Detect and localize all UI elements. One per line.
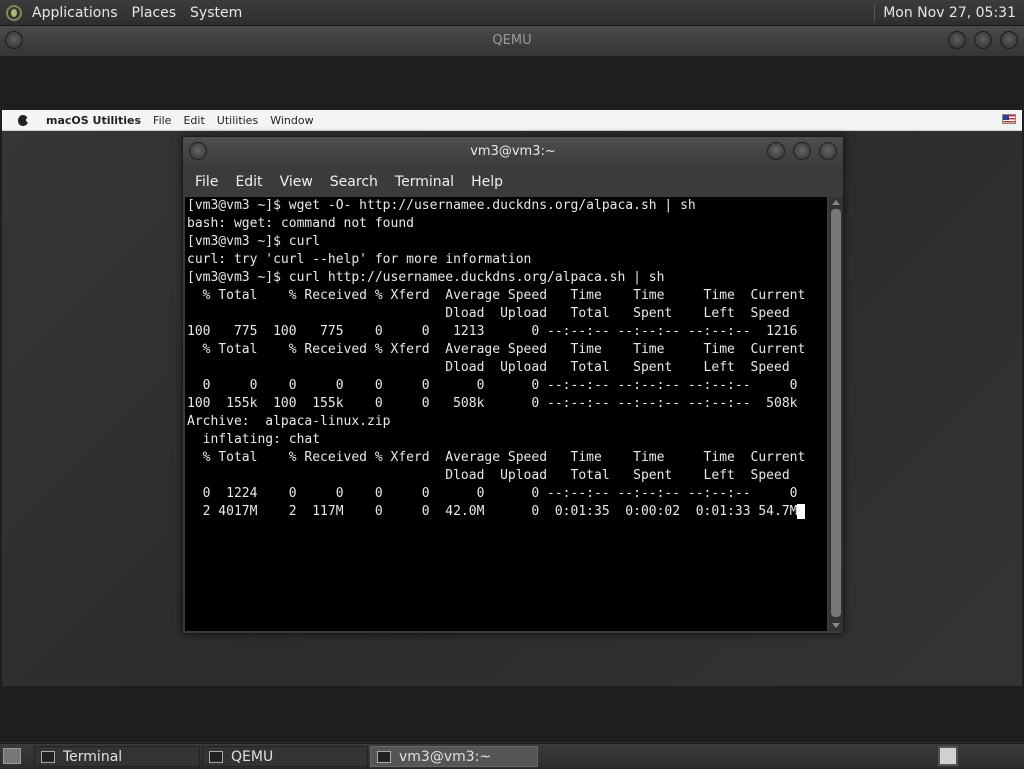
taskbar-item-vm3-terminal[interactable]: vm3@vm3:~ — [370, 746, 538, 767]
mac-menubar: macOS Utilities File Edit Utilities Wind… — [2, 110, 1022, 131]
terminal-text[interactable]: [vm3@vm3 ~]$ wget -O- http://usernamee.d… — [187, 197, 806, 521]
qemu-icon — [209, 750, 223, 763]
terminal-title: vm3@vm3:~ — [470, 144, 556, 159]
scroll-up-arrow-icon[interactable] — [832, 200, 840, 205]
terminal-close-icon[interactable] — [819, 142, 837, 160]
terminal-minimize-icon[interactable] — [767, 142, 785, 160]
guest-desktop[interactable]: macOS Utilities File Edit Utilities Wind… — [2, 110, 1022, 686]
top-panel: Applications Places System Mon Nov 27, 0… — [0, 0, 1024, 26]
terminal-line: % Total % Received % Xferd Average Speed… — [187, 342, 806, 357]
mac-menu-file[interactable]: File — [153, 114, 171, 127]
terminal-line: Dload Upload Total Spent Left Speed — [187, 306, 790, 321]
terminal-menu-edit[interactable]: Edit — [233, 174, 264, 190]
scroll-down-arrow-icon[interactable] — [832, 623, 840, 628]
terminal-icon — [41, 750, 55, 763]
terminal-line: inflating: chat — [187, 432, 321, 447]
terminal-line: % Total % Received % Xferd Average Speed… — [187, 288, 806, 303]
qemu-title: QEMU — [492, 33, 532, 48]
terminal-window: vm3@vm3:~ File Edit View Search Terminal… — [182, 136, 844, 634]
minimize-icon[interactable] — [948, 31, 966, 49]
terminal-menubar: File Edit View Search Terminal Help — [183, 167, 843, 197]
terminal-line: [vm3@vm3 ~]$ curl — [187, 234, 321, 249]
terminal-menu-search[interactable]: Search — [328, 174, 380, 190]
terminal-line: 0 0 0 0 0 0 0 0 --:--:-- --:--:-- --:--:… — [187, 378, 798, 393]
terminal-line: curl: try 'curl --help' for more informa… — [187, 252, 532, 267]
terminal-cursor — [797, 504, 806, 519]
terminal-menu-help[interactable]: Help — [469, 174, 505, 190]
mac-menu-edit[interactable]: Edit — [183, 114, 204, 127]
terminal-icon — [377, 750, 391, 763]
gnome-logo-icon[interactable] — [6, 4, 22, 21]
terminal-maximize-icon[interactable] — [793, 142, 811, 160]
apple-icon[interactable] — [18, 114, 29, 126]
terminal-line: % Total % Received % Xferd Average Speed… — [187, 450, 806, 465]
mac-menu-window[interactable]: Window — [270, 114, 313, 127]
clock[interactable]: Mon Nov 27, 05:31 — [883, 5, 1016, 21]
mac-menu-utilities[interactable]: Utilities — [217, 114, 258, 127]
taskbar-item-qemu[interactable]: QEMU — [202, 746, 368, 767]
terminal-titlebar[interactable]: vm3@vm3:~ — [183, 137, 843, 167]
qemu-titlebar[interactable]: QEMU — [0, 26, 1024, 57]
menu-places[interactable]: Places — [132, 5, 177, 21]
terminal-line: Archive: alpaca-linux.zip — [187, 414, 391, 429]
bottom-panel: Terminal QEMU vm3@vm3:~ — [0, 743, 1024, 769]
terminal-line: 2 4017M 2 117M 0 0 42.0M 0 0:01:35 0:00:… — [187, 504, 798, 519]
terminal-output[interactable]: [vm3@vm3 ~]$ wget -O- http://usernamee.d… — [185, 197, 827, 631]
workspace-switcher[interactable] — [938, 746, 958, 766]
us-flag-icon[interactable] — [1002, 114, 1016, 124]
window-menu-icon[interactable] — [5, 31, 23, 49]
taskbar-item-terminal[interactable]: Terminal — [34, 746, 200, 767]
taskbar-item-label: Terminal — [63, 748, 123, 765]
qemu-display[interactable]: macOS Utilities File Edit Utilities Wind… — [0, 56, 1024, 742]
taskbar-item-label: QEMU — [231, 748, 274, 765]
terminal-line: Dload Upload Total Spent Left Speed — [187, 360, 790, 375]
mac-app-name[interactable]: macOS Utilities — [46, 114, 141, 127]
panel-separator — [874, 3, 876, 22]
scrollbar-thumb[interactable] — [831, 209, 841, 617]
terminal-menu-file[interactable]: File — [193, 174, 220, 190]
terminal-scrollbar[interactable] — [829, 197, 843, 631]
close-icon[interactable] — [1000, 31, 1018, 49]
taskbar-item-label: vm3@vm3:~ — [399, 748, 492, 765]
qemu-window: QEMU macOS Utilities File Edit Utilities… — [0, 26, 1024, 742]
menu-system[interactable]: System — [190, 5, 242, 21]
terminal-window-menu-icon[interactable] — [189, 142, 207, 160]
terminal-line: 100 155k 100 155k 0 0 508k 0 --:--:-- --… — [187, 396, 798, 411]
terminal-line: [vm3@vm3 ~]$ wget -O- http://usernamee.d… — [187, 198, 696, 213]
terminal-line: 100 775 100 775 0 0 1213 0 --:--:-- --:-… — [187, 324, 798, 339]
terminal-menu-terminal[interactable]: Terminal — [393, 174, 456, 190]
show-desktop-icon[interactable] — [3, 748, 21, 764]
terminal-line: bash: wget: command not found — [187, 216, 414, 231]
menu-applications[interactable]: Applications — [32, 5, 118, 21]
maximize-icon[interactable] — [974, 31, 992, 49]
terminal-line: 0 1224 0 0 0 0 0 0 --:--:-- --:--:-- --:… — [187, 486, 798, 501]
terminal-line: Dload Upload Total Spent Left Speed — [187, 468, 790, 483]
terminal-menu-view[interactable]: View — [278, 174, 315, 190]
terminal-line: [vm3@vm3 ~]$ curl http://usernamee.duckd… — [187, 270, 665, 285]
